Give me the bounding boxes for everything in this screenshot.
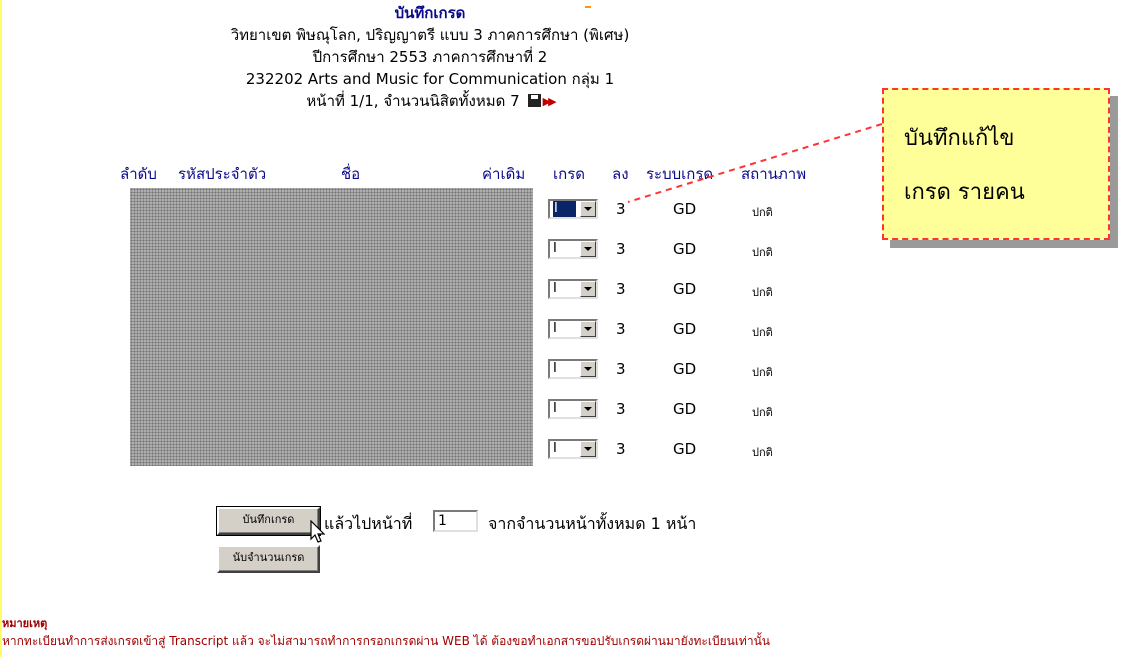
callout-line-1: บันทึกแก้ไข — [904, 126, 1015, 151]
callout-line-2: เกรด รายคน — [904, 180, 1025, 205]
total-pages-label: จากจำนวนหน้าทั้งหมด 1 หน้า — [488, 514, 697, 533]
page-number-input[interactable]: 1 — [433, 510, 478, 532]
mouse-cursor-icon — [310, 520, 326, 543]
note-title: หมายเหตุ — [2, 617, 48, 630]
note-text: หากทะเบียนทำการส่งเกรดเข้าสู่ Transcript… — [2, 634, 770, 648]
annotation-callout: บันทึกแก้ไข เกรด รายคน — [882, 88, 1110, 240]
count-grades-button[interactable]: นับจำนวนเกรด — [217, 545, 320, 573]
callout-leader-line — [627, 123, 883, 203]
save-grade-button[interactable]: บันทึกเกรด — [216, 506, 321, 536]
go-to-page-label: แล้วไปหน้าที่ — [324, 514, 413, 533]
